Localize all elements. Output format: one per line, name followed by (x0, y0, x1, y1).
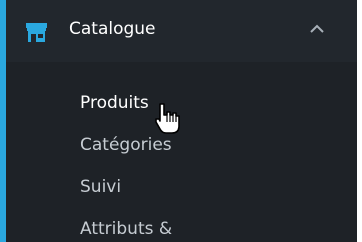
catalogue-submenu: Produits Catégories Suivi Attributs & (80, 82, 172, 242)
admin-sidebar-menu: Catalogue Produits Catégories Suivi Attr… (0, 0, 362, 242)
submenu-item-suivi[interactable]: Suivi (80, 166, 172, 208)
catalogue-label: Catalogue (69, 19, 156, 39)
submenu-item-produits[interactable]: Produits (80, 82, 172, 124)
chevron-up-icon[interactable] (309, 23, 325, 35)
catalogue-menu-toggle[interactable]: Catalogue (6, 0, 357, 62)
sidebar-right-edge (357, 0, 362, 242)
submenu-item-attributs[interactable]: Attributs & (80, 208, 172, 242)
store-icon (26, 23, 47, 42)
submenu-item-categories[interactable]: Catégories (80, 124, 172, 166)
